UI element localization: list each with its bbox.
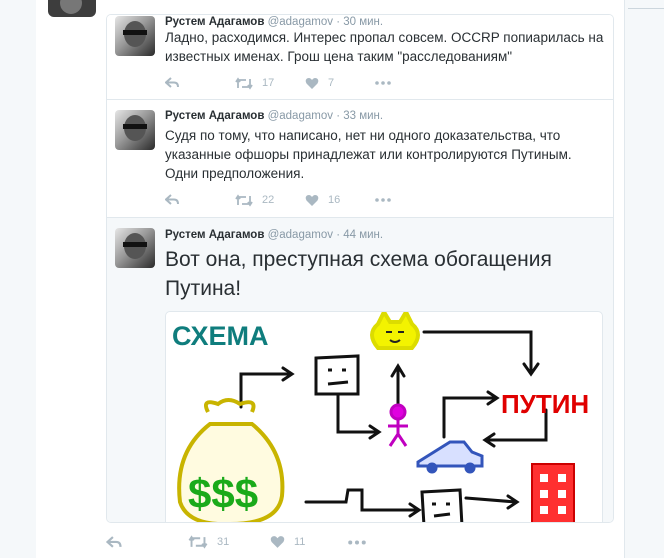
scheme-title-label: СХЕМА [172,321,268,351]
tweet-text: Вот она, преступная схема обогащения Пут… [165,248,552,300]
retweet-button[interactable]: 31 [188,532,229,552]
like-button[interactable]: 7 [305,73,334,93]
putin-label: ПУТИН [501,389,589,419]
more-icon [348,539,366,545]
tweet-highlighted[interactable]: Рустем Адагамов @adagamov · 44 мин. Вот … [107,218,613,522]
tweet-time[interactable]: · 30 мин. [336,16,383,28]
like-icon [305,194,319,206]
scheme-drawing: СХЕМА ПУТИН $$$ [172,312,589,522]
more-button[interactable] [375,73,391,93]
retweet-icon [235,193,253,207]
tweet-text: Ладно, расходимся. Интерес пропал совсем… [165,30,604,64]
tweet-actions: 17 7 [165,73,465,93]
avatar[interactable] [115,228,155,268]
top-divider [628,8,664,9]
retweet-button[interactable]: 17 [235,73,274,93]
reply-button[interactable] [165,190,179,210]
car-drawing [416,440,484,474]
column-divider [624,0,625,558]
parent-avatar[interactable] [48,0,96,17]
stick-figure-drawing [388,403,408,447]
retweet-icon [188,535,208,549]
face-box-drawing-2 [420,488,464,522]
like-button[interactable]: 11 [270,532,305,552]
retweet-icon [235,76,253,90]
more-icon [375,198,391,202]
svg-text:$$$: $$$ [188,470,258,517]
tweet-header: Рустем Адагамов @adagamov · 33 мин. [165,110,383,122]
author-handle[interactable]: @adagamov [268,229,333,241]
reply-button[interactable] [106,532,122,552]
cat-face-drawing [370,312,420,350]
tweet-time[interactable]: · 33 мин. [336,110,383,122]
like-count: 11 [294,536,306,548]
bottom-actions: 31 11 [106,532,406,552]
money-bag-drawing: $$$ [177,398,285,522]
avatar[interactable] [115,110,155,150]
more-icon [375,81,391,85]
tweet-text: Судя по тому, что написано, нет ни одног… [165,128,572,181]
like-count: 16 [328,194,341,206]
tweet-header: Рустем Адагамов @adagamov · 44 мин. [165,229,383,241]
tweet[interactable]: Рустем Адагамов @adagamov · 33 мин. Судя… [107,100,613,218]
author-name[interactable]: Рустем Адагамов [165,229,264,241]
tweet-time[interactable]: · 44 мин. [336,229,383,241]
scheme-arrows [239,330,548,518]
like-icon [305,77,319,89]
reply-icon [165,77,179,88]
reply-icon [165,194,179,205]
reply-icon [106,535,122,548]
more-button[interactable] [348,532,366,552]
like-count: 7 [328,77,335,89]
face-box-drawing [314,354,360,396]
retweet-count: 17 [262,77,275,89]
retweet-count: 31 [217,536,230,548]
tweet-header: Рустем Адагамов @adagamov · 30 мин. [165,16,383,28]
more-button[interactable] [375,190,391,210]
tweet[interactable]: Рустем Адагамов @adagamov · 30 мин. Ладн… [107,15,613,100]
author-handle[interactable]: @adagamov [268,16,333,28]
conversation-thread: Рустем Адагамов @adagamov · 30 мин. Ладн… [106,14,614,523]
author-name[interactable]: Рустем Адагамов [165,16,264,28]
tweet-actions: 22 16 [165,190,465,210]
tweet-image[interactable]: СХЕМА ПУТИН $$$ [165,311,603,522]
reply-button[interactable] [165,73,179,93]
author-handle[interactable]: @adagamov [268,110,333,122]
like-button[interactable]: 16 [305,190,340,210]
avatar[interactable] [115,16,155,56]
building-drawing [531,463,575,522]
like-icon [270,536,285,548]
author-name[interactable]: Рустем Адагамов [165,110,264,122]
retweet-count: 22 [262,194,275,206]
retweet-button[interactable]: 22 [235,190,274,210]
